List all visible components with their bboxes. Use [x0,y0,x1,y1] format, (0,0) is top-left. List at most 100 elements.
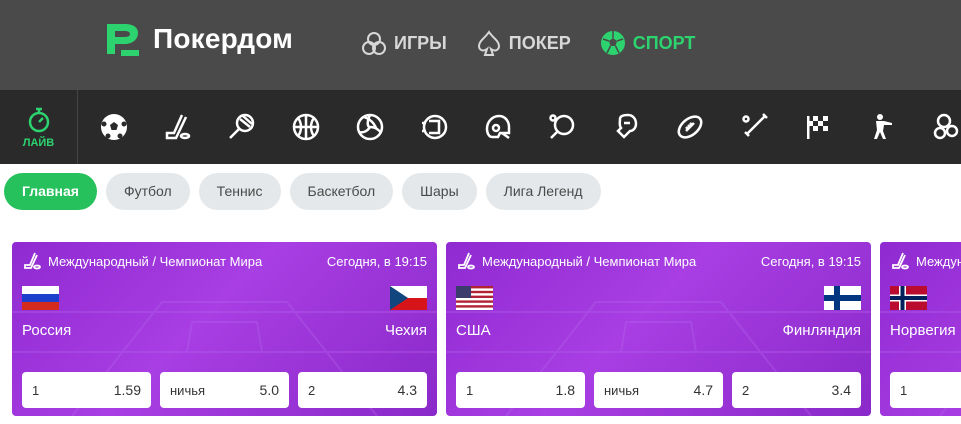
flag-czech-icon [390,286,427,310]
chip-basketball[interactable]: Баскетбол [289,173,394,210]
odds-row: 1 1.8 ничья 4.7 2 3.4 [456,372,870,408]
chip-league-of-legends[interactable]: Лига Легенд [485,173,601,210]
odd-draw[interactable]: ничья 5.0 [160,372,289,408]
slot-icon [362,32,386,55]
sport-icon-list [98,111,961,143]
odd-label: ничья [604,382,640,398]
nav-item-poker[interactable]: ПОКЕР [475,29,571,57]
tournament-name: Международный / Чемпионат Мира [482,253,697,269]
hockey-icon [892,252,909,270]
nav-item-sport[interactable]: СПОРТ [599,29,696,57]
nav-item-games[interactable]: ИГРЫ [360,29,447,57]
tournament-name: Междунаро [916,253,961,269]
tennis-icon [229,113,255,139]
brand-logo[interactable]: Покердом [103,20,293,58]
live-button[interactable]: ЛАЙВ [0,90,78,164]
sport-soccer[interactable] [98,111,130,143]
odd-label: 1 [466,382,474,398]
nav-item-label: ПОКЕР [508,32,571,53]
odd-home-win[interactable]: 1 1.59 [22,372,151,408]
card-header: Международный / Чемпионат Мира Сегодня, … [22,251,427,271]
odd-value: 4.3 [397,382,417,398]
odd-label: 2 [742,382,750,398]
match-card[interactable]: Международный / Чемпионат Мира Сегодня, … [446,242,871,416]
home-team: Россия [22,322,72,339]
odd-label: 1 [900,382,908,398]
odd-value: 3.4 [831,382,851,398]
match-card[interactable]: Международный / Чемпионат Мира Сегодня, … [12,242,437,416]
chip-football[interactable]: Футбол [105,173,190,210]
odd-value: 1.59 [113,382,141,398]
live-label: ЛАЙВ [22,136,55,149]
boxing-icon [616,113,638,139]
sport-volleyball[interactable] [354,111,386,143]
basketball-icon [292,113,320,141]
brand-name: Покердом [153,23,294,54]
more-icon [933,113,959,140]
nav-item-label: ИГРЫ [394,32,447,53]
american-football-icon [677,115,703,139]
racing-flag-icon [807,116,828,139]
helmet-icon [485,114,511,140]
top-header: Покердом ИГРЫ ПОКЕР СПОРТ [0,0,961,90]
soccer-ball-icon [101,114,127,140]
odd-draw[interactable]: ничья 4.7 [594,372,723,408]
sport-tennis[interactable] [226,111,258,143]
hockey-icon [458,252,475,270]
odd-label: ничья [170,382,206,398]
away-team: Финляндия [782,322,861,339]
chip-main[interactable]: Главная [4,173,97,210]
odds-row: 1 1.59 ничья 5.0 2 4.3 [22,372,436,408]
hockey-icon [165,114,191,140]
volleyball-icon [356,113,384,141]
away-team: Чехия [384,322,427,339]
sport-bar: ЛАЙВ [0,90,961,164]
spade-icon [477,30,500,56]
match-card[interactable]: Междунаро Норвегия 1 [880,242,961,416]
sport-table-tennis[interactable] [546,111,578,143]
flag-norway-icon [890,286,927,310]
odds-row: 1 [890,372,961,408]
match-time: Сегодня, в 19:15 [326,253,427,269]
tournament-name: Международный / Чемпионат Мира [48,253,263,269]
sport-shooter[interactable] [866,111,898,143]
sport-more[interactable] [930,111,961,143]
odd-value: 5.0 [259,382,279,398]
sport-boxing[interactable] [610,111,642,143]
odd-away-win[interactable]: 2 3.4 [732,372,861,408]
shooter-icon [874,114,892,139]
sport-american-helmet[interactable] [482,111,514,143]
sport-basketball[interactable] [290,111,322,143]
chip-balls[interactable]: Шары [402,173,477,210]
odd-home-win[interactable]: 1 1.8 [456,372,585,408]
nav-item-label: СПОРТ [632,32,696,53]
sport-esports[interactable] [418,111,450,143]
sport-racing[interactable] [802,111,834,143]
match-card-list: Международный / Чемпионат Мира Сегодня, … [12,242,961,416]
odd-value: 4.7 [693,382,713,398]
baseball-icon [742,113,768,137]
football-icon [600,31,625,55]
card-header: Международный / Чемпионат Мира Сегодня, … [456,251,861,271]
stopwatch-icon [28,107,49,132]
odd-value: 1.8 [555,382,575,398]
sport-baseball[interactable] [738,111,770,143]
pokerdom-logo-icon [107,24,139,56]
esports-ball-icon [422,114,448,140]
match-time: Сегодня, в 19:15 [760,253,861,269]
odd-label: 2 [308,382,316,398]
home-team: США [456,322,491,339]
card-header: Междунаро [890,251,961,271]
odd-label: 1 [32,382,40,398]
flag-finland-icon [824,286,861,310]
odd-away-win[interactable]: 2 4.3 [298,372,427,408]
sport-american-football[interactable] [674,111,706,143]
table-tennis-icon [549,114,575,139]
sport-filter-chips: Главная Футбол Теннис Баскетбол Шары Лиг… [4,173,610,210]
flag-usa-icon [456,286,493,310]
main-nav: ИГРЫ ПОКЕР СПОРТ [360,28,723,58]
flag-russia-icon [22,286,59,310]
sport-hockey[interactable] [162,111,194,143]
odd-home-win[interactable]: 1 [890,372,961,408]
chip-tennis[interactable]: Теннис [198,173,281,210]
